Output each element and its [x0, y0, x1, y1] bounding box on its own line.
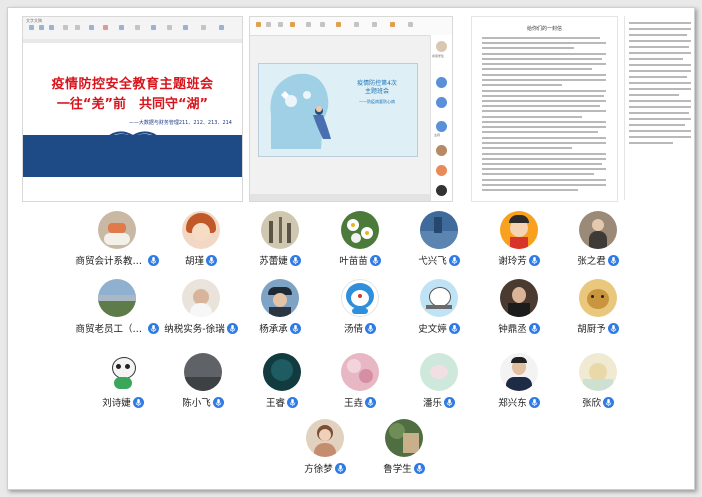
participant-tile[interactable]: 陈小飞: [158, 353, 248, 409]
avatar: [182, 211, 220, 249]
participant-name: 王垚: [343, 398, 363, 409]
participant-tile[interactable]: 王垚: [315, 353, 405, 409]
mic-icon[interactable]: [212, 396, 224, 408]
meeting-window: 文字文稿 疫情防控安全教育主题班会 一往“羌”前 共同守“湖” ——大数据与财务…: [7, 7, 695, 490]
avatar: [420, 211, 458, 249]
participant-tile[interactable]: 谢玲芳: [474, 211, 564, 267]
mic-icon[interactable]: [369, 254, 381, 266]
participant-tile[interactable]: 张之君: [553, 211, 643, 267]
participant-tile[interactable]: 潘乐: [394, 353, 484, 409]
participant-name: 王睿: [265, 398, 285, 409]
avatar: [182, 279, 220, 317]
participant-tile[interactable]: 商贸老员工（光...: [72, 279, 162, 335]
participant-name: 胡瑾: [184, 256, 204, 267]
avatar: [420, 353, 458, 391]
avatar: [341, 211, 379, 249]
participant-tile[interactable]: 纳税实务-徐瑞: [156, 279, 246, 335]
participant-tile[interactable]: 弋兴飞: [394, 211, 484, 267]
mic-icon[interactable]: [528, 254, 540, 266]
mic-icon[interactable]: [444, 396, 455, 408]
participant-tile[interactable]: 郑兴东: [474, 353, 564, 409]
avatar: [261, 211, 299, 249]
avatar: [98, 279, 136, 317]
participant-tile[interactable]: 钟鼎丞: [474, 279, 564, 335]
mic-icon[interactable]: [334, 462, 346, 474]
mic-icon[interactable]: [528, 322, 540, 334]
participant-tile[interactable]: 胡厨予: [553, 279, 643, 335]
participant-name: 谢玲芳: [498, 256, 527, 267]
mic-icon[interactable]: [287, 396, 298, 408]
participant-tile[interactable]: 商贸会计系教学...: [72, 211, 162, 267]
participant-name: 张之君: [577, 256, 606, 267]
mic-icon[interactable]: [206, 254, 217, 266]
avatar: [184, 353, 222, 391]
participant-name: 纳税实务-徐瑞: [164, 324, 225, 335]
avatar: [306, 419, 344, 457]
participant-grid: 商贸会计系教学... 胡瑾 苏蕾婕 叶苗苗 弋兴飞 谢玲芳 张之君 商贸老员工（…: [8, 8, 694, 489]
mic-icon[interactable]: [607, 322, 619, 334]
participant-name: 胡厨予: [577, 324, 606, 335]
participant-name: 商贸会计系教学...: [75, 256, 146, 267]
avatar: [579, 353, 617, 391]
participant-tile[interactable]: 方徐梦: [280, 419, 370, 475]
participant-name: 商贸老员工（光...: [75, 324, 146, 335]
participant-name: 方徐梦: [304, 464, 333, 475]
avatar: [500, 353, 538, 391]
participant-name: 张欣: [581, 398, 601, 409]
participant-name: 刘诗婕: [102, 398, 131, 409]
participant-name: 汤倩: [343, 324, 363, 335]
participant-name: 陈小飞: [182, 398, 211, 409]
participant-name: 鲁学生: [383, 464, 412, 475]
avatar: [385, 419, 423, 457]
participant-name: 钟鼎丞: [498, 324, 527, 335]
avatar: [104, 353, 142, 391]
mic-icon[interactable]: [603, 396, 614, 408]
participant-tile[interactable]: 刘诗婕: [78, 353, 168, 409]
participant-name: 苏蕾婕: [259, 256, 288, 267]
participant-tile[interactable]: 杨承承: [235, 279, 325, 335]
mic-icon[interactable]: [365, 322, 376, 334]
mic-icon[interactable]: [528, 396, 540, 408]
avatar: [263, 353, 301, 391]
avatar: [500, 211, 538, 249]
participant-tile[interactable]: 鲁学生: [359, 419, 449, 475]
avatar: [98, 211, 136, 249]
avatar: [500, 279, 538, 317]
participant-name: 潘乐: [422, 398, 442, 409]
mic-icon[interactable]: [132, 396, 144, 408]
mic-icon[interactable]: [289, 322, 301, 334]
mic-icon[interactable]: [289, 254, 301, 266]
participant-tile[interactable]: 胡瑾: [156, 211, 246, 267]
avatar: [341, 279, 379, 317]
avatar: [261, 279, 299, 317]
participant-name: 郑兴东: [498, 398, 527, 409]
participant-name: 叶苗苗: [339, 256, 368, 267]
mic-icon[interactable]: [413, 462, 425, 474]
participant-tile[interactable]: 苏蕾婕: [235, 211, 325, 267]
participant-tile[interactable]: 史文婷: [394, 279, 484, 335]
participant-tile[interactable]: 张欣: [553, 353, 643, 409]
participant-tile[interactable]: 汤倩: [315, 279, 405, 335]
mic-icon[interactable]: [448, 322, 460, 334]
avatar: [420, 279, 458, 317]
avatar: [579, 279, 617, 317]
participant-name: 弋兴飞: [418, 256, 447, 267]
avatar: [579, 211, 617, 249]
avatar: [341, 353, 379, 391]
mic-icon[interactable]: [365, 396, 376, 408]
mic-icon[interactable]: [607, 254, 619, 266]
mic-icon[interactable]: [448, 254, 460, 266]
participant-name: 史文婷: [418, 324, 447, 335]
participant-name: 杨承承: [259, 324, 288, 335]
participant-tile[interactable]: 王睿: [237, 353, 327, 409]
participant-tile[interactable]: 叶苗苗: [315, 211, 405, 267]
